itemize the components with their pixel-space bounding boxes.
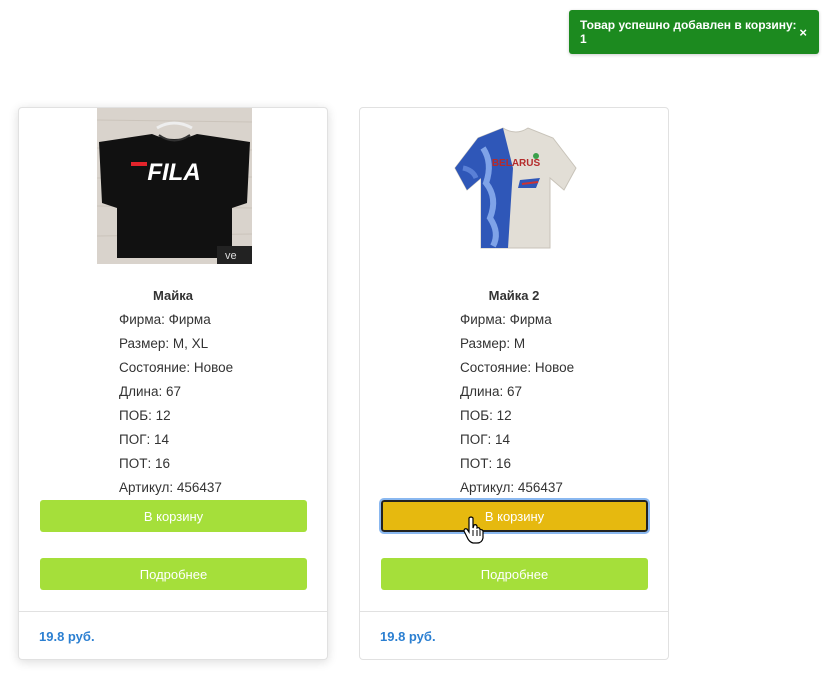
- attr-brand: Фирма: Фирма: [460, 312, 552, 327]
- product-title: Майка 2: [488, 288, 540, 303]
- attr-brand: Фирма: Фирма: [119, 312, 211, 327]
- add-to-cart-button[interactable]: В корзину: [379, 498, 650, 534]
- attr-chest: ПОБ: 12: [460, 408, 512, 423]
- image-brand-text: BELARUS: [492, 158, 541, 169]
- product-card: BELARUS Майка 2 Фирма: Фирма Размер: M С…: [359, 107, 669, 660]
- close-icon[interactable]: ×: [799, 25, 807, 40]
- attr-size: Размер: M, XL: [119, 336, 209, 351]
- product-title: Майка: [153, 288, 193, 303]
- toast-message: Товар успешно добавлен в корзину: 1: [580, 18, 797, 46]
- card-divider: [360, 611, 668, 612]
- hand-cursor-icon: [463, 516, 484, 544]
- details-button[interactable]: Подробнее: [381, 558, 648, 590]
- product-attributes: Фирма: Фирма Размер: M, XL Состояние: Но…: [119, 308, 233, 500]
- attr-condition: Состояние: Новое: [119, 360, 234, 375]
- attr-sku: Артикул: 456437: [119, 480, 222, 495]
- product-attributes: Фирма: Фирма Размер: M Состояние: Новое …: [460, 308, 574, 500]
- attr-bust: ПОГ: 14: [119, 432, 170, 447]
- product-image[interactable]: FILA ve: [97, 108, 252, 264]
- add-to-cart-button[interactable]: В корзину: [40, 500, 307, 532]
- image-brand-text: FILA: [147, 159, 200, 186]
- attr-condition: Состояние: Новое: [460, 360, 575, 375]
- attr-length: Длина: 67: [460, 384, 523, 399]
- attr-waist: ПОТ: 16: [460, 456, 511, 471]
- attr-size: Размер: M: [460, 336, 526, 351]
- attr-bust: ПОГ: 14: [460, 432, 511, 447]
- attr-waist: ПОТ: 16: [119, 456, 170, 471]
- success-toast: Товар успешно добавлен в корзину: 1 ×: [569, 10, 819, 54]
- product-card: FILA ve Майка Фирма: Фирма Размер: M, XL…: [18, 107, 328, 660]
- attr-chest: ПОБ: 12: [119, 408, 171, 423]
- product-price: 19.8 руб.: [39, 629, 95, 644]
- product-price: 19.8 руб.: [380, 629, 436, 644]
- product-image[interactable]: BELARUS: [438, 108, 593, 264]
- attr-sku: Артикул: 456437: [460, 480, 563, 495]
- image-watermark-text: ve: [225, 250, 237, 262]
- details-button[interactable]: Подробнее: [40, 558, 307, 590]
- card-divider: [19, 611, 327, 612]
- attr-length: Длина: 67: [119, 384, 182, 399]
